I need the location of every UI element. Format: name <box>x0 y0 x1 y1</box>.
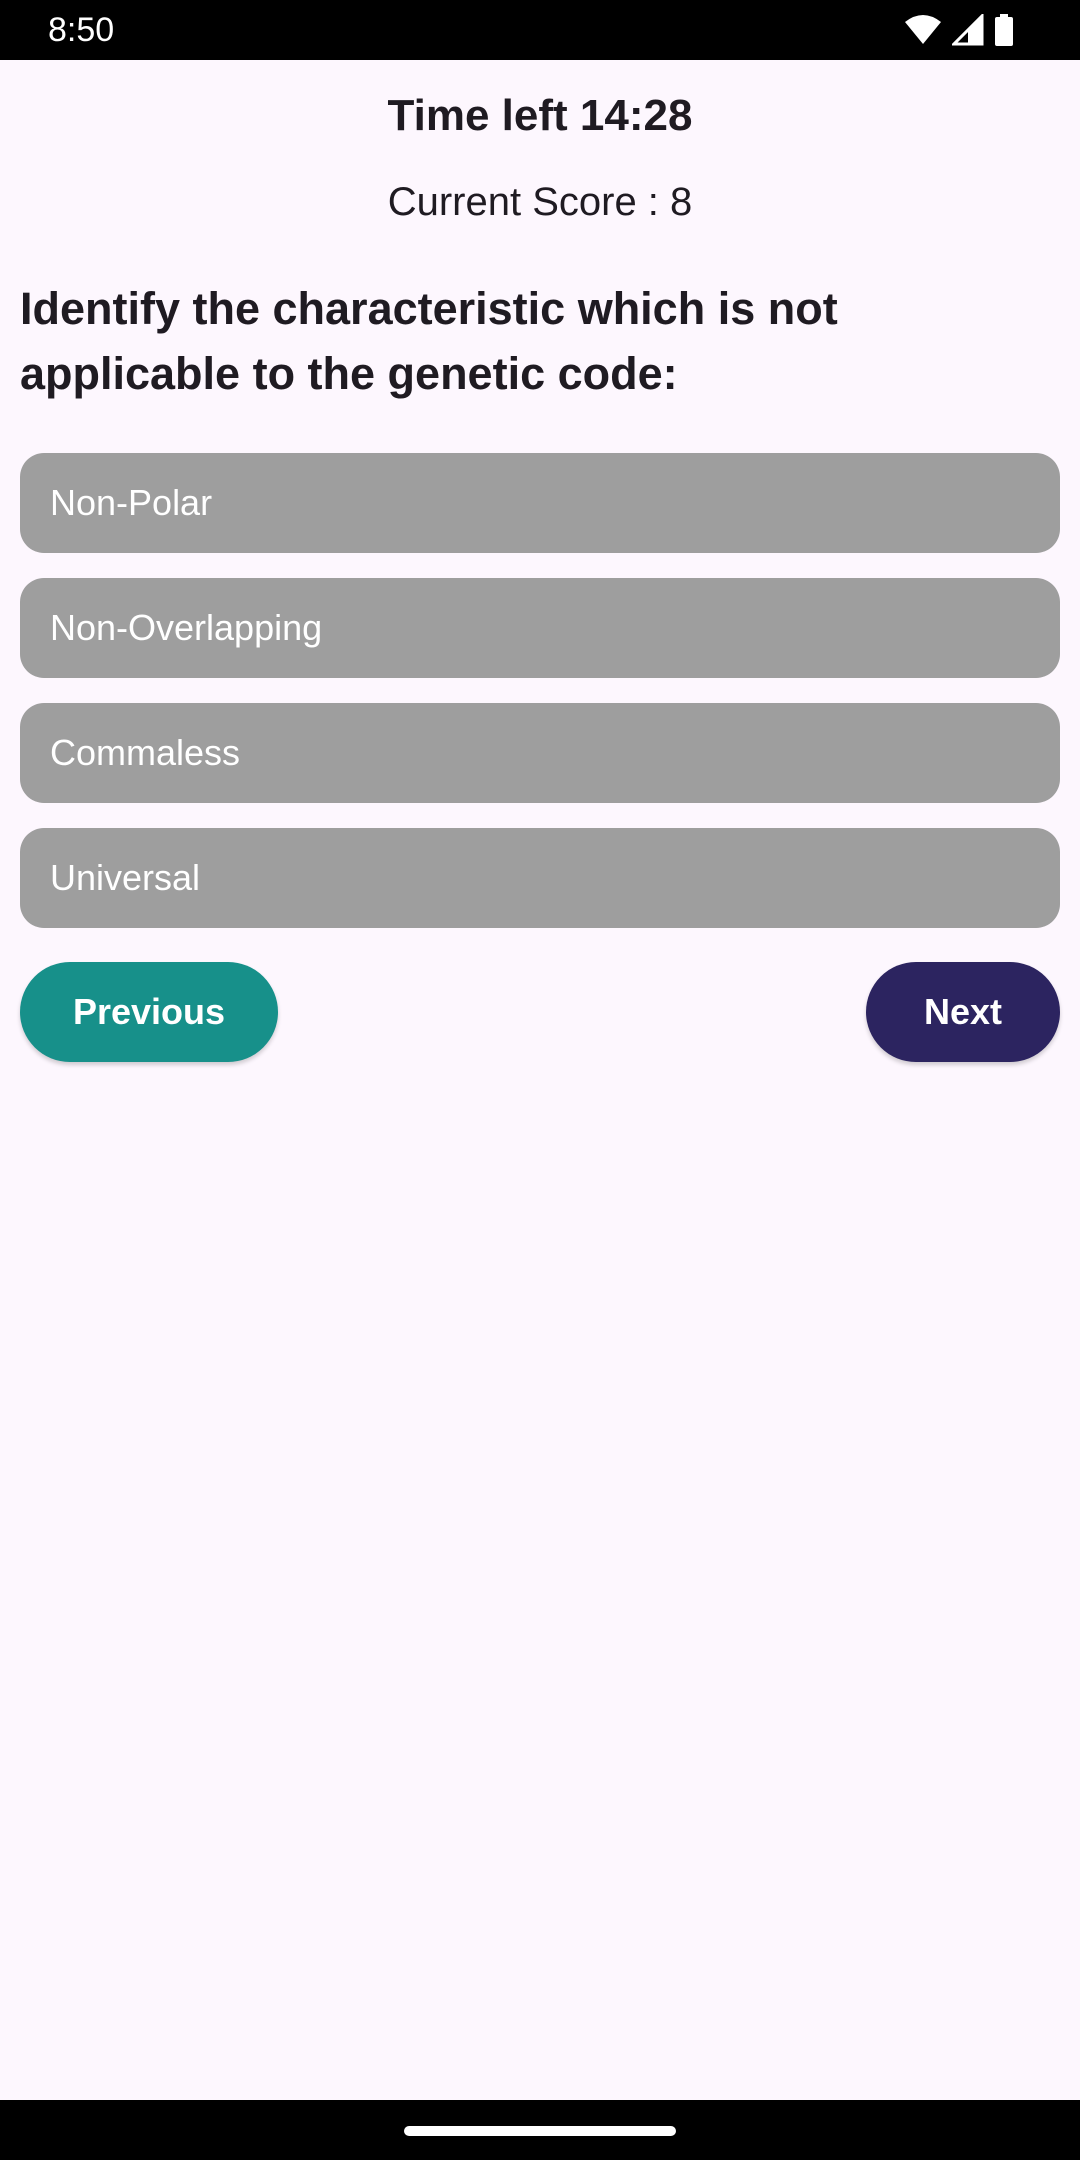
question-text: Identify the characteristic which is not… <box>20 283 838 399</box>
wifi-icon <box>904 14 942 46</box>
battery-icon <box>994 14 1014 46</box>
signal-icon <box>950 12 984 46</box>
status-time: 8:50 <box>48 11 115 49</box>
status-bar: 8:50 <box>0 0 1080 60</box>
next-button[interactable]: Next <box>866 962 1060 1062</box>
previous-button[interactable]: Previous <box>20 962 278 1062</box>
status-icons <box>904 12 1014 48</box>
answer-option-4[interactable]: Universal <box>20 828 1060 928</box>
home-gesture-handle[interactable] <box>404 2126 676 2136</box>
answer-option-1[interactable]: Non-Polar <box>20 453 1060 553</box>
answer-option-3[interactable]: Commaless <box>20 703 1060 803</box>
answer-option-2[interactable]: Non-Overlapping <box>20 578 1060 678</box>
current-score-label: Current Score : 8 <box>387 180 693 224</box>
time-left-label: Time left 14:28 <box>387 91 693 140</box>
